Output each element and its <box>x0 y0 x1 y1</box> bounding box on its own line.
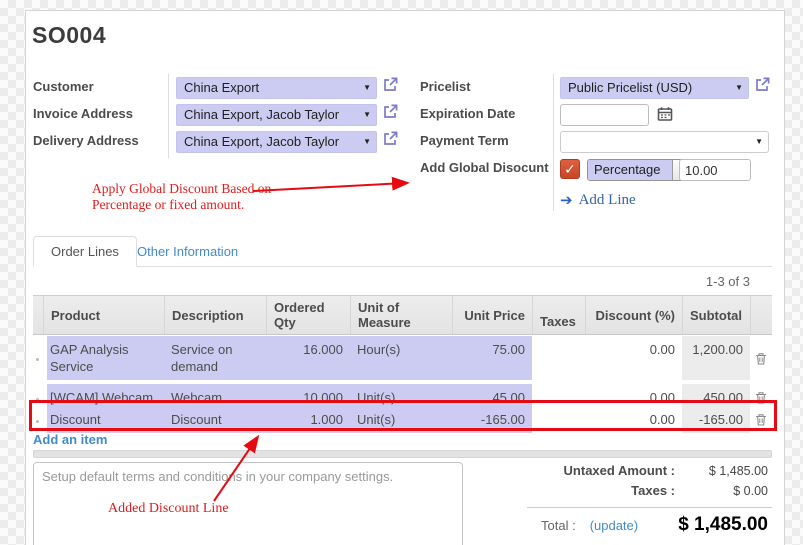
col-description[interactable]: Description <box>164 296 266 334</box>
untaxed-amount-row: Untaxed Amount : $ 1,485.00 <box>527 463 772 478</box>
chevron-down-icon: ▼ <box>735 84 743 92</box>
chevron-down-icon: ▼ <box>363 138 371 146</box>
invoice-address-external-link-icon[interactable] <box>382 103 399 125</box>
calendar-icon[interactable] <box>657 106 673 127</box>
terms-conditions-textarea[interactable] <box>33 462 463 545</box>
invoice-address-select[interactable]: China Export, Jacob Taylor ▼ <box>176 104 377 126</box>
col-delete <box>750 296 772 334</box>
col-product[interactable]: Product <box>43 296 164 334</box>
pricelist-value: Public Pricelist (USD) <box>568 80 692 95</box>
row-drag-handle[interactable] <box>33 336 47 382</box>
left-label-divider <box>168 74 169 158</box>
discount-type-select[interactable]: Percentage ▼ <box>587 159 691 181</box>
pricelist-external-link-icon[interactable] <box>754 76 771 98</box>
annotation-discount-line: Added Discount Line <box>108 501 229 517</box>
table-footer-bar <box>33 450 772 458</box>
add-line-label: Add Line <box>579 192 636 209</box>
col-discount[interactable]: Discount (%) <box>585 296 682 334</box>
update-total-link[interactable]: (update) <box>590 518 638 533</box>
untaxed-amount-value: $ 1,485.00 <box>675 464 772 478</box>
chevron-down-icon: ▼ <box>363 84 371 92</box>
customer-label: Customer <box>33 79 94 94</box>
check-icon: ✓ <box>564 161 576 177</box>
col-ordered-qty[interactable]: Ordered Qty <box>266 296 350 334</box>
customer-select[interactable]: China Export ▼ <box>176 77 377 99</box>
delete-row-button[interactable] <box>750 336 772 382</box>
customer-external-link-icon[interactable] <box>382 76 399 98</box>
arrow-right-icon: ➔ <box>560 193 573 208</box>
discount-value-input[interactable] <box>679 159 751 181</box>
total-label: Total : <box>541 518 576 533</box>
col-subtotal[interactable]: Subtotal <box>682 296 750 334</box>
untaxed-amount-label: Untaxed Amount : <box>527 463 675 478</box>
pricelist-label: Pricelist <box>420 79 471 94</box>
payment-term-select[interactable]: ▼ <box>560 131 769 153</box>
cell-price: 75.00 <box>452 336 532 382</box>
page-canvas: SO004 Customer China Export ▼ Invoice Ad… <box>0 0 803 545</box>
drag-dot-icon <box>36 358 39 361</box>
col-unit-price[interactable]: Unit Price <box>452 296 532 334</box>
annotation-line1: Apply Global Discount Based on <box>92 181 272 197</box>
cell-qty: 16.000 <box>266 336 350 382</box>
taxes-row: Taxes : $ 0.00 <box>527 483 772 498</box>
chevron-down-icon: ▼ <box>363 111 371 119</box>
pager: 1-3 of 3 <box>650 274 750 289</box>
order-lines-header: Product Description Ordered Qty Unit of … <box>33 295 772 335</box>
total-row: Total : (update) $ 1,485.00 <box>527 514 772 536</box>
cell-discount: 0.00 <box>585 336 682 382</box>
tab-order-lines[interactable]: Order Lines <box>33 236 137 267</box>
customer-value: China Export <box>184 80 259 95</box>
order-line-row-1[interactable]: GAP Analysis Service Service on demand 1… <box>33 336 772 382</box>
add-line-link[interactable]: ➔ Add Line <box>560 192 636 209</box>
trash-icon <box>755 352 767 365</box>
delivery-address-external-link-icon[interactable] <box>382 130 399 152</box>
global-discount-checkbox[interactable]: ✓ <box>560 159 580 179</box>
discount-type-value: Percentage <box>588 160 672 180</box>
taxes-label: Taxes : <box>527 483 675 498</box>
expiration-date-label: Expiration Date <box>420 106 515 121</box>
delivery-address-value: China Export, Jacob Taylor <box>184 134 339 149</box>
expiration-date-input[interactable] <box>560 104 649 126</box>
add-an-item-label: Add an item <box>33 432 107 447</box>
add-an-item-link[interactable]: Add an item <box>33 432 107 447</box>
discount-row-highlight-box <box>29 400 777 431</box>
cell-product: GAP Analysis Service <box>43 336 164 382</box>
annotation-line2: Percentage or fixed amount. <box>92 197 272 213</box>
delivery-address-label: Delivery Address <box>33 133 139 148</box>
total-value: $ 1,485.00 <box>678 514 772 536</box>
pricelist-select[interactable]: Public Pricelist (USD) ▼ <box>560 77 749 99</box>
global-discount-label: Add Global Disocunt <box>420 160 549 175</box>
delivery-address-select[interactable]: China Export, Jacob Taylor ▼ <box>176 131 377 153</box>
taxes-value: $ 0.00 <box>675 484 772 498</box>
chevron-down-icon: ▼ <box>755 138 763 146</box>
cell-taxes <box>532 336 585 382</box>
totals-divider <box>527 507 772 508</box>
payment-term-label: Payment Term <box>420 133 509 148</box>
invoice-address-value: China Export, Jacob Taylor <box>184 107 339 122</box>
cell-description: Service on demand <box>164 336 266 382</box>
tab-other-information[interactable]: Other Information <box>137 244 238 259</box>
cell-subtotal: 1,200.00 <box>682 336 750 382</box>
right-label-divider <box>553 74 554 211</box>
cell-uom: Hour(s) <box>350 336 452 382</box>
totals-panel: Untaxed Amount : $ 1,485.00 Taxes : $ 0.… <box>527 458 772 536</box>
invoice-address-label: Invoice Address <box>33 106 133 121</box>
col-unit-of-measure[interactable]: Unit of Measure <box>350 296 452 334</box>
annotation-global-discount: Apply Global Discount Based on Percentag… <box>92 181 272 213</box>
page-title: SO004 <box>32 22 106 49</box>
col-taxes[interactable]: Taxes <box>532 296 585 334</box>
